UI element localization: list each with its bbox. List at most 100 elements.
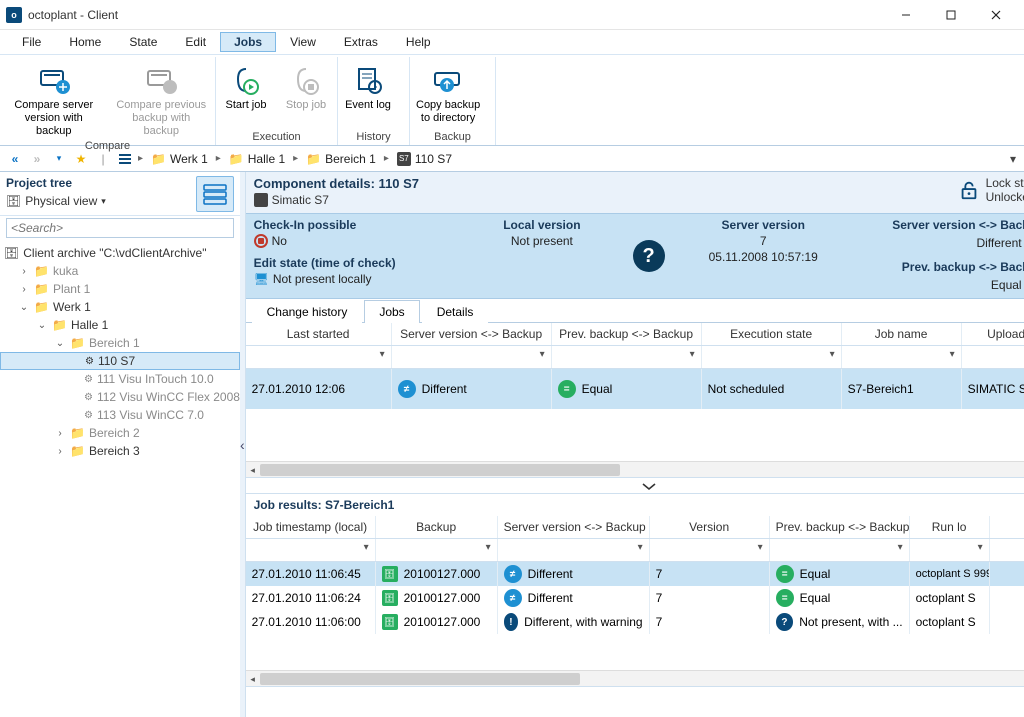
tree-node[interactable]: ›📁Plant 1 xyxy=(0,280,240,298)
collapse-icon[interactable]: ⌄ xyxy=(54,338,66,349)
menu-state[interactable]: State xyxy=(115,32,171,52)
tree-node-werk1[interactable]: ⌄📁Werk 1 xyxy=(0,298,240,316)
breadcrumb-werk1[interactable]: 📁 Werk 1 xyxy=(147,152,212,166)
col-filter[interactable] xyxy=(392,346,552,368)
horizontal-scrollbar[interactable]: ◂ ▸ xyxy=(246,461,1024,477)
col-filter[interactable] xyxy=(552,346,702,368)
scroll-thumb[interactable] xyxy=(260,673,580,685)
chevron-right-icon: ▸ xyxy=(216,153,221,164)
menu-help[interactable]: Help xyxy=(392,32,445,52)
collapse-icon[interactable]: ⌄ xyxy=(36,320,48,331)
col-header[interactable]: Backup xyxy=(376,516,498,538)
tree-node-bereich1[interactable]: ⌄📁Bereich 1 xyxy=(0,334,240,352)
scroll-thumb[interactable] xyxy=(260,464,620,476)
event-log-button[interactable]: Event log xyxy=(338,59,398,131)
menu-view[interactable]: View xyxy=(276,32,330,52)
col-filter[interactable] xyxy=(650,539,770,561)
copy-backup-button[interactable]: Copy backup to directory xyxy=(410,59,486,131)
tab-details[interactable]: Details xyxy=(422,300,489,323)
jobs-row[interactable]: 27.01.2010 12:06 ≠Different =Equal Not s… xyxy=(246,369,1024,409)
col-header[interactable]: Execution state xyxy=(702,323,842,345)
nav-forward-icon[interactable]: » xyxy=(28,150,46,168)
stop-job-button[interactable]: Stop job xyxy=(276,59,336,131)
minimize-button[interactable] xyxy=(883,1,928,29)
expand-icon[interactable]: › xyxy=(18,266,30,277)
col-filter[interactable] xyxy=(376,539,498,561)
folder-icon: 📁 xyxy=(229,152,244,166)
menu-edit[interactable]: Edit xyxy=(171,32,220,52)
breadcrumb-dropdown-icon[interactable]: ▾ xyxy=(1006,152,1020,166)
tree-node-halle1[interactable]: ⌄📁Halle 1 xyxy=(0,316,240,334)
panel-expander[interactable] xyxy=(246,478,1024,494)
col-filter[interactable] xyxy=(770,539,910,561)
menu-file[interactable]: File xyxy=(8,32,55,52)
col-header[interactable]: Prev. backup <-> Backup xyxy=(770,516,910,538)
col-header[interactable]: Version xyxy=(650,516,770,538)
backup-file-icon: 🗄 xyxy=(382,614,398,630)
col-filter[interactable] xyxy=(910,539,990,561)
tree-node-110s7[interactable]: ⚙110 S7 xyxy=(0,352,240,370)
expand-icon[interactable]: › xyxy=(18,284,30,295)
col-filter[interactable] xyxy=(246,346,392,368)
breadcrumb-halle1[interactable]: 📁 Halle 1 xyxy=(225,152,289,166)
server-version-label: Server version xyxy=(722,218,805,232)
compare-prev-backup-button[interactable]: Compare previous backup with backup xyxy=(108,59,216,140)
col-header[interactable]: Upload xyxy=(962,323,1024,345)
tree-node[interactable]: ›📁Bereich 3 xyxy=(0,442,240,460)
maximize-button[interactable] xyxy=(928,1,973,29)
help-icon[interactable]: ? xyxy=(633,240,665,272)
scroll-left-icon[interactable]: ◂ xyxy=(246,462,260,478)
favorite-star-icon[interactable]: ★ xyxy=(72,150,90,168)
chevron-down-icon[interactable]: ▾ xyxy=(101,196,106,207)
tree-root[interactable]: 🗄 Client archive "C:\vdClientArchive" xyxy=(0,244,240,262)
col-header[interactable]: Run lo xyxy=(910,516,990,538)
col-filter[interactable] xyxy=(498,539,650,561)
tree-view-toggle-button[interactable] xyxy=(196,176,234,212)
start-job-button[interactable]: Start job xyxy=(216,59,276,131)
breadcrumb-bereich1[interactable]: 📁 Bereich 1 xyxy=(302,152,380,166)
horizontal-scrollbar[interactable]: ◂ ▸ xyxy=(246,670,1024,686)
tab-change-history[interactable]: Change history xyxy=(252,300,363,323)
nav-dropdown-icon[interactable]: ▾ xyxy=(50,150,68,168)
view-mode[interactable]: Physical view xyxy=(25,194,97,208)
tree-node[interactable]: ⚙111 Visu InTouch 10.0 xyxy=(0,370,240,388)
expand-icon[interactable]: › xyxy=(54,446,66,457)
tree-node[interactable]: ⚙112 Visu WinCC Flex 2008 xyxy=(0,388,240,406)
tree-node[interactable]: ›📁Bereich 2 xyxy=(0,424,240,442)
window-title: octoplant - Client xyxy=(28,8,118,22)
editstate-value: Not present locally xyxy=(273,272,372,286)
menu-home[interactable]: Home xyxy=(55,32,115,52)
col-header[interactable]: Job timestamp (local) xyxy=(246,516,376,538)
sv-backup-value: Different xyxy=(976,236,1021,250)
col-filter[interactable] xyxy=(702,346,842,368)
col-filter[interactable] xyxy=(246,539,376,561)
col-header[interactable]: Job name xyxy=(842,323,962,345)
backup-file-icon: 🗄 xyxy=(382,590,398,606)
ribbon: Compare server version with backup Compa… xyxy=(0,54,1024,146)
col-header[interactable]: Server version <-> Backup xyxy=(498,516,650,538)
compare-server-backup-button[interactable]: Compare server version with backup xyxy=(0,59,108,140)
results-row[interactable]: 27.01.2010 11:06:24 🗄20100127.000 ≠Diffe… xyxy=(246,586,1024,610)
col-header[interactable]: Prev. backup <-> Backup xyxy=(552,323,702,345)
search-input[interactable] xyxy=(6,218,234,238)
scroll-left-icon[interactable]: ◂ xyxy=(246,671,260,687)
folder-icon: 📁 xyxy=(70,444,85,458)
expand-icon[interactable]: › xyxy=(54,428,66,439)
close-button[interactable] xyxy=(973,1,1018,29)
folder-icon: 📁 xyxy=(70,336,85,350)
tree-node[interactable]: ›📁kuka xyxy=(0,262,240,280)
breadcrumb-110s7[interactable]: S7 110 S7 xyxy=(393,152,456,166)
col-header[interactable]: Last started xyxy=(246,323,392,345)
col-header[interactable]: Server version <-> Backup xyxy=(392,323,552,345)
menu-extras[interactable]: Extras xyxy=(330,32,392,52)
col-filter[interactable] xyxy=(962,346,1024,368)
results-row[interactable]: 27.01.2010 11:06:00 🗄20100127.000 !Diffe… xyxy=(246,610,1024,634)
results-row[interactable]: 27.01.2010 11:06:45 🗄20100127.000 ≠Diffe… xyxy=(246,562,1024,586)
collapse-icon[interactable]: ⌄ xyxy=(18,302,30,313)
tab-jobs[interactable]: Jobs xyxy=(364,300,419,323)
menu-jobs[interactable]: Jobs xyxy=(220,32,276,52)
tree-node[interactable]: ⚙113 Visu WinCC 7.0 xyxy=(0,406,240,424)
col-filter[interactable] xyxy=(842,346,962,368)
nav-back-icon[interactable]: « xyxy=(6,150,24,168)
list-view-icon[interactable] xyxy=(116,150,134,168)
